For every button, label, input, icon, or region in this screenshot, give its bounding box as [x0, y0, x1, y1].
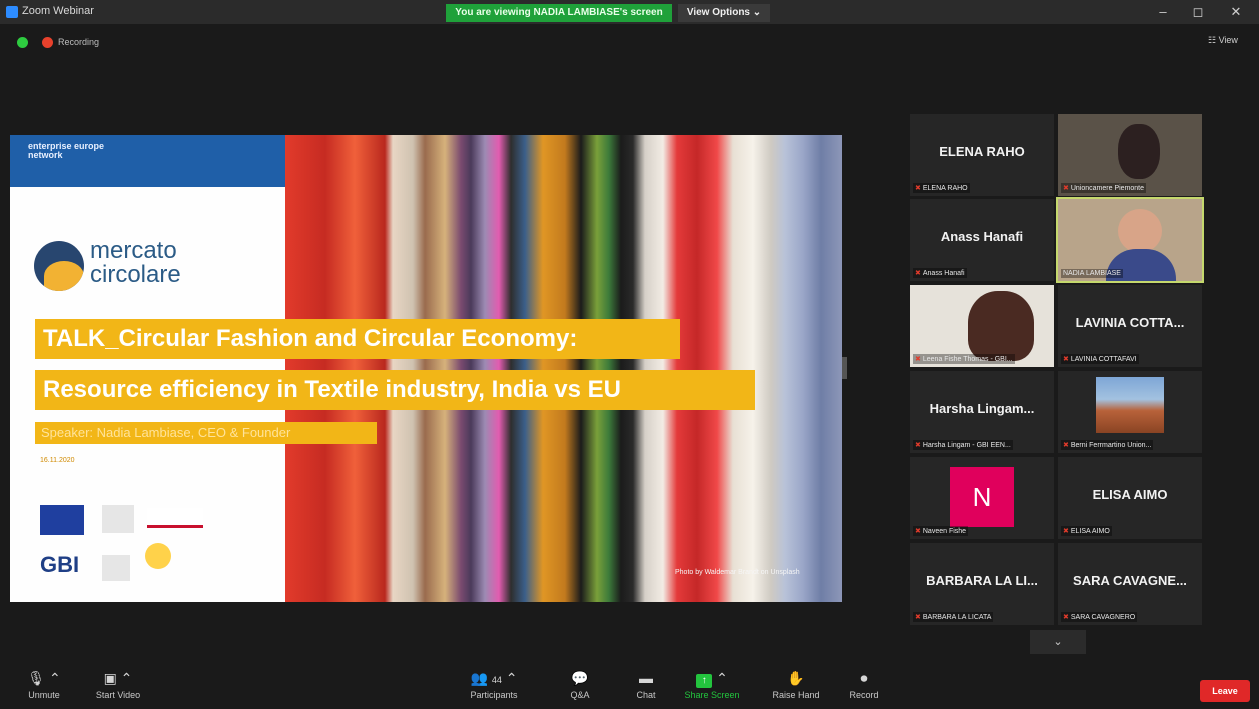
- participant-tile[interactable]: ✖ Unioncamere Piemonte: [1058, 114, 1202, 196]
- muted-mic-icon: ✖: [1063, 356, 1069, 363]
- recording-label: Recording: [58, 37, 100, 47]
- chat-icon: ▬: [639, 670, 653, 686]
- muted-mic-icon: ✖: [915, 270, 921, 277]
- qa-button[interactable]: 💬 Q&A: [544, 669, 616, 700]
- raise-hand-icon: ✋: [787, 670, 805, 686]
- participant-label: ✖ Naveen Fishe: [913, 526, 969, 536]
- partner-logo-4: [145, 543, 171, 569]
- encryption-shield-icon[interactable]: [17, 37, 28, 48]
- photo-credit: Photo by Waldemar Brandt on Unsplash: [675, 569, 800, 576]
- slide-speaker: Speaker: Nadia Lambiase, CEO & Founder: [35, 422, 377, 444]
- participant-silhouette: [968, 291, 1034, 361]
- participants-count: 44: [491, 675, 502, 685]
- window-title: Zoom Webinar: [22, 5, 94, 17]
- muted-mic-icon: ✖: [915, 185, 921, 192]
- participant-label: ✖ SARA CAVAGNERO: [1061, 612, 1138, 622]
- splitter-handle[interactable]: [842, 357, 847, 379]
- meeting-toolbar: 🎙 ⌃ Unmute ▣ ⌃ Start Video 👥 44 ⌃ Partic…: [0, 663, 1259, 709]
- gallery-scroll-chevron-down-icon[interactable]: ⌄: [1030, 630, 1086, 654]
- participant-tile[interactable]: ELISA AIMO ✖ ELISA AIMO: [1058, 457, 1202, 539]
- participant-name: ELISA AIMO: [1092, 487, 1168, 502]
- participant-name: Harsha Lingam...: [929, 401, 1035, 416]
- participant-face: [1118, 209, 1162, 253]
- title-bar: Zoom Webinar You are viewing NADIA LAMBI…: [0, 0, 1259, 24]
- minimize-icon[interactable]: –: [1153, 4, 1173, 19]
- raise-hand-button[interactable]: ✋ Raise Hand: [760, 669, 832, 700]
- participant-label: ✖ Unioncamere Piemonte: [1061, 183, 1147, 193]
- participant-tile[interactable]: Anass Hanafi ✖ Anass Hanafi: [910, 199, 1054, 281]
- een-logo: enterprise europe network: [28, 141, 105, 160]
- participant-label: NADIA LAMBIASE: [1061, 269, 1123, 278]
- slide-title-line2: Resource efficiency in Textile industry,…: [35, 370, 755, 410]
- recording-icon: [42, 37, 53, 48]
- start-video-button[interactable]: ▣ ⌃ Start Video: [82, 669, 154, 700]
- participant-label: ✖ Leena Fishe Thomas - GBI...: [913, 354, 1015, 364]
- muted-mic-icon: ✖: [1063, 528, 1069, 535]
- participant-tile[interactable]: ELENA RAHO ✖ ELENA RAHO: [910, 114, 1054, 196]
- partner-logo-1: [102, 505, 134, 533]
- view-options-button[interactable]: View Options ⌄: [678, 4, 770, 22]
- participant-name: Anass Hanafi: [940, 229, 1024, 244]
- participant-silhouette: [1118, 124, 1160, 179]
- muted-mic-icon: ✖: [1063, 185, 1069, 192]
- maximize-icon[interactable]: ◻: [1188, 4, 1208, 20]
- qa-icon: 💬: [571, 670, 589, 686]
- record-button[interactable]: ⏺ Record: [828, 669, 900, 700]
- slide-title-line1: TALK_Circular Fashion and Circular Econo…: [35, 319, 680, 359]
- muted-mic-icon: ✖: [915, 356, 921, 363]
- participant-tile[interactable]: ✖ Leena Fishe Thomas - GBI...: [910, 285, 1054, 367]
- participant-label: ✖ BARBARA LA LICATA: [913, 612, 994, 622]
- gbi-logo: GBI: [40, 552, 80, 577]
- muted-mic-icon: ✖: [915, 528, 921, 535]
- eu-flag-logo: [40, 505, 84, 535]
- partner-logo-2: [147, 508, 203, 528]
- share-screen-icon: ↑ ⌃: [676, 669, 748, 688]
- leave-button[interactable]: Leave: [1200, 680, 1250, 702]
- partner-logo-3: [102, 555, 130, 581]
- participant-label: ✖ Berni Ferrmartino Union...: [1061, 440, 1154, 450]
- participant-name: ELENA RAHO: [939, 144, 1025, 159]
- muted-mic-icon: ✖: [915, 614, 921, 621]
- participant-tile[interactable]: ✖ Berni Ferrmartino Union...: [1058, 371, 1202, 453]
- muted-microphone-icon: 🎙 ⌃: [27, 670, 61, 686]
- participant-label: ✖ Anass Hanafi: [913, 268, 967, 278]
- mercato-circolare-logo-icon: [34, 241, 84, 291]
- muted-mic-icon: ✖: [1063, 442, 1069, 449]
- participant-tile[interactable]: SARA CAVAGNE... ✖ SARA CAVAGNERO: [1058, 543, 1202, 625]
- participant-label: ✖ Harsha Lingam - GBI EEN...: [913, 440, 1013, 450]
- participant-tile[interactable]: N ✖ Naveen Fishe: [910, 457, 1054, 539]
- participant-name: BARBARA LA LI...: [926, 573, 1038, 588]
- participant-tile-active-speaker[interactable]: NADIA LAMBIASE: [1056, 197, 1204, 283]
- muted-mic-icon: ✖: [915, 442, 921, 449]
- participant-tile[interactable]: BARBARA LA LI... ✖ BARBARA LA LICATA: [910, 543, 1054, 625]
- participant-label: ✖ ELENA RAHO: [913, 183, 970, 193]
- participant-name: LAVINIA COTTA...: [1075, 315, 1185, 330]
- avatar: N: [950, 467, 1014, 527]
- share-screen-button[interactable]: ↑ ⌃ Share Screen: [676, 669, 748, 700]
- view-layout-button[interactable]: ☷ View: [1208, 35, 1238, 46]
- mercato-word: mercato: [90, 237, 177, 264]
- participants-icon: 👥 44 ⌃: [470, 670, 518, 686]
- participant-tile[interactable]: LAVINIA COTTA... ✖ LAVINIA COTTAFAVI: [1058, 285, 1202, 367]
- zoom-app-icon: [6, 6, 18, 18]
- participants-button[interactable]: 👥 44 ⌃ Participants: [458, 669, 530, 700]
- een-logo-box: enterprise europe network: [10, 135, 285, 187]
- muted-mic-icon: ✖: [1063, 614, 1069, 621]
- participant-profile-image: [1096, 377, 1164, 433]
- video-off-icon: ▣ ⌃: [103, 670, 133, 686]
- participant-label: ✖ ELISA AIMO: [1061, 526, 1112, 536]
- chat-button[interactable]: ▬ Chat: [610, 669, 682, 700]
- unmute-button[interactable]: 🎙 ⌃ Unmute: [8, 669, 80, 700]
- circolare-word: circolare: [90, 261, 181, 288]
- fabric-photo: [285, 135, 842, 602]
- shared-screen: enterprise europe network mercato circol…: [10, 135, 842, 602]
- record-icon: ⏺: [860, 670, 868, 686]
- participant-name: SARA CAVAGNE...: [1073, 573, 1187, 588]
- slide-date: 16.11.2020: [40, 457, 75, 464]
- viewing-banner: You are viewing NADIA LAMBIASE's screen: [446, 4, 672, 22]
- participant-label: ✖ LAVINIA COTTAFAVI: [1061, 354, 1139, 364]
- participant-tile[interactable]: Harsha Lingam... ✖ Harsha Lingam - GBI EE…: [910, 371, 1054, 453]
- close-icon[interactable]: ✕: [1226, 4, 1246, 20]
